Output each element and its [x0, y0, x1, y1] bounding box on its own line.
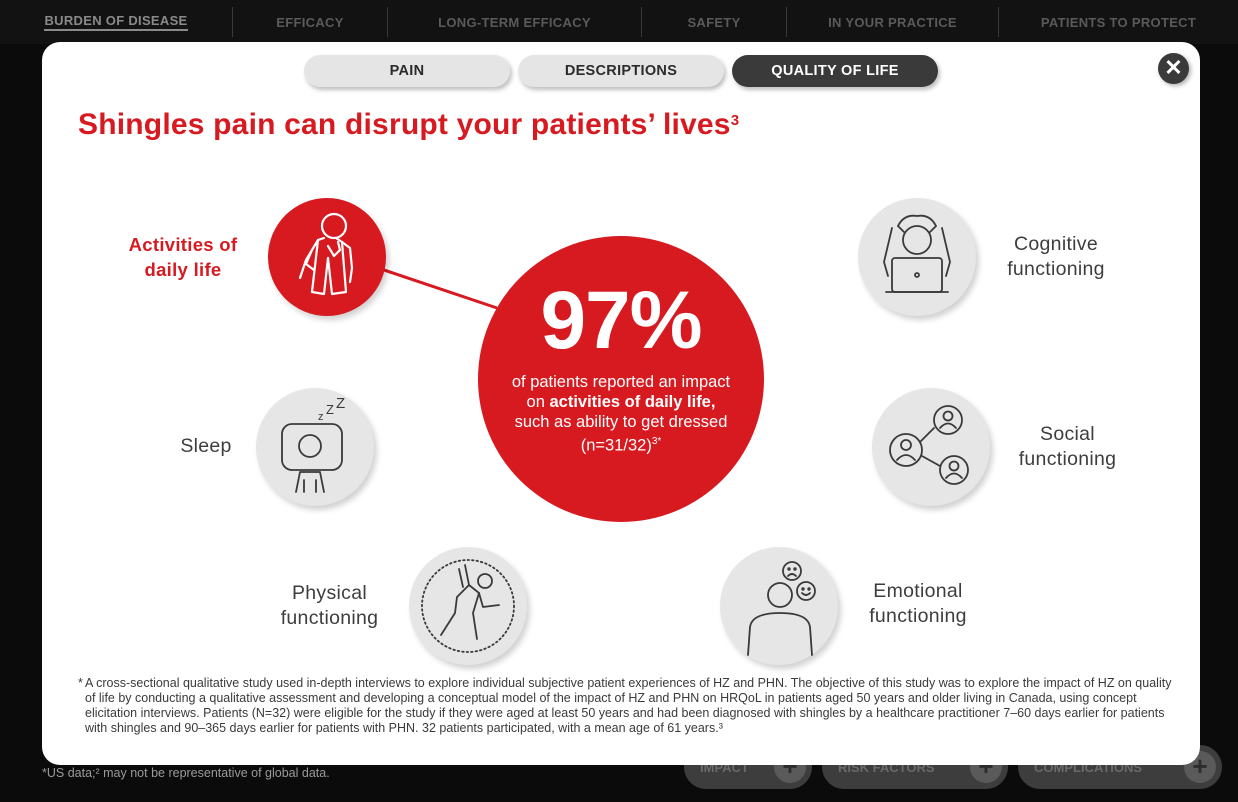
nav-label: PATIENTS TO PROTECT: [1040, 14, 1197, 30]
activities-label-line2: daily life: [144, 259, 222, 280]
social-network-icon: [889, 405, 969, 485]
social-label-line2: functioning: [1018, 448, 1117, 470]
svg-text:Z: Z: [336, 395, 345, 412]
nav-safety[interactable]: SAFETY: [641, 7, 786, 37]
emotional-label-line2: functioning: [869, 605, 967, 627]
emotional-faces-icon: [747, 561, 816, 656]
social-label: Social functioning: [1000, 422, 1135, 472]
sleeping-person-icon: z Z Z: [281, 395, 345, 493]
study-footnote: * A cross-sectional qualitative study us…: [78, 676, 1182, 736]
sleep-label: Sleep: [166, 434, 246, 459]
cognitive-label-line1: Cognitive: [1014, 233, 1098, 255]
nav-label: SAFETY: [687, 14, 741, 30]
physical-label: Physical functioning: [262, 581, 397, 631]
statistic-text-end: such as ability to get dressed (n=31/32): [514, 413, 728, 455]
emotional-label-line1: Emotional: [873, 580, 963, 602]
nav-patients-to-protect[interactable]: PATIENTS TO PROTECT: [998, 7, 1238, 37]
cognitive-label: Cognitive functioning: [986, 232, 1126, 282]
social-icon-circle: [872, 388, 990, 506]
footnote-text: A cross-sectional qualitative study used…: [85, 676, 1172, 735]
statistic-reference: 3*: [651, 436, 662, 447]
statistic-value: 97%: [540, 275, 702, 366]
top-navigation: BURDEN OF DISEASE EFFICACY LONG-TERM EFF…: [0, 0, 1238, 44]
emotional-icon-circle: [720, 547, 838, 665]
background-footnote: *US data;² may not be representative of …: [42, 766, 330, 780]
nav-efficacy[interactable]: EFFICACY: [232, 7, 387, 37]
social-label-line1: Social: [1040, 423, 1095, 445]
physical-label-line1: Physical: [291, 582, 367, 604]
nav-in-your-practice[interactable]: IN YOUR PRACTICE: [786, 7, 998, 37]
nav-long-term-efficacy[interactable]: LONG-TERM EFFICACY: [387, 7, 641, 37]
nav-label: LONG-TERM EFFICACY: [438, 14, 591, 30]
physical-icon-circle: [409, 547, 527, 665]
statistic-text-bold: activities of daily life,: [549, 393, 716, 411]
person-laptop-icon: [883, 214, 951, 293]
quality-of-life-modal: PAIN DESCRIPTIONS QUALITY OF LIFE ✕ Shin…: [42, 42, 1200, 765]
exercising-person-icon: [421, 559, 515, 653]
physical-label-line2: functioning: [280, 607, 379, 629]
activities-label-line1: Activities of: [128, 234, 238, 255]
cognitive-icon-circle: [858, 198, 976, 316]
emotional-label: Emotional functioning: [848, 579, 988, 629]
svg-text:z: z: [318, 411, 324, 423]
nav-label: BURDEN OF DISEASE: [44, 13, 188, 31]
statistic-description: of patients reported an impact on activi…: [508, 372, 734, 456]
svg-text:Z: Z: [326, 402, 334, 417]
nav-burden-of-disease[interactable]: BURDEN OF DISEASE: [0, 7, 232, 37]
activities-label: Activities of daily life: [108, 232, 258, 282]
nav-label: EFFICACY: [276, 14, 344, 30]
footnote-asterisk: *: [78, 676, 83, 690]
dressing-person-icon: [298, 212, 354, 296]
sleep-icon-circle: z Z Z: [256, 388, 374, 506]
activities-icon-circle: [268, 198, 386, 316]
statistic-circle: 97% of patients reported an impact on ac…: [478, 236, 764, 522]
nav-label: IN YOUR PRACTICE: [828, 14, 957, 30]
sleep-label-text: Sleep: [180, 435, 232, 457]
background-footnote-text: *US data;² may not be representative of …: [42, 766, 330, 780]
cognitive-label-line2: functioning: [1007, 258, 1105, 280]
